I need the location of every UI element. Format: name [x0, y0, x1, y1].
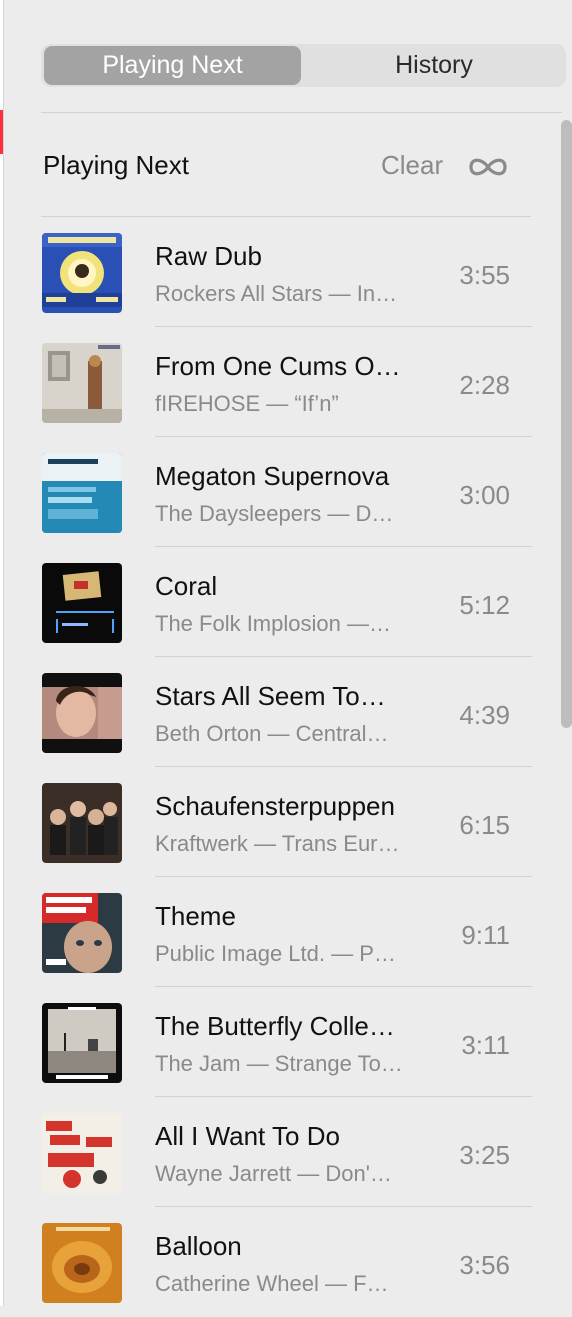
- queue-row[interactable]: Theme Public Image Ltd. — P… 9:11: [42, 877, 542, 987]
- album-art-daysleepers: [42, 453, 122, 533]
- track-title: Coral: [155, 571, 218, 601]
- track-artist-album: Wayne Jarrett — Don'…: [155, 1161, 392, 1186]
- track-duration: 2:28: [459, 370, 510, 400]
- track-duration: 6:15: [459, 810, 510, 840]
- track-artist-album: fIREHOSE — “If’n”: [155, 391, 339, 416]
- track-artist-album: The Jam — Strange To…: [155, 1051, 403, 1076]
- track-artist-album: Catherine Wheel — F…: [155, 1271, 389, 1296]
- clear-button[interactable]: Clear: [381, 150, 443, 181]
- track-duration: 3:25: [459, 1140, 510, 1170]
- album-art-the-jam: [42, 1003, 122, 1083]
- queue-row[interactable]: Schaufensterpuppen Kraftwerk — Trans Eur…: [42, 767, 542, 877]
- track-duration: 5:12: [459, 590, 510, 620]
- scrollbar-thumb[interactable]: [561, 120, 572, 728]
- track-duration: 3:55: [459, 260, 510, 290]
- section-title: Playing Next: [43, 150, 189, 180]
- queue-row[interactable]: The Butterfly Colle… The Jam — Strange T…: [42, 987, 542, 1097]
- track-artist-album: Kraftwerk — Trans Eur…: [155, 831, 400, 856]
- track-artist-album: The Daysleepers — D…: [155, 501, 394, 526]
- tab-playing-next[interactable]: Playing Next: [44, 46, 301, 85]
- album-art-catherine-wheel: [42, 1223, 122, 1303]
- queue-row[interactable]: From One Cums O… fIREHOSE — “If’n” 2:28: [42, 327, 542, 437]
- infinity-icon[interactable]: [466, 152, 510, 182]
- queue-row[interactable]: Coral The Folk Implosion —… 5:12: [42, 547, 542, 657]
- track-title: Balloon: [155, 1231, 242, 1261]
- album-art-beth-orton: [42, 673, 122, 753]
- track-title: The Butterfly Colle…: [155, 1011, 395, 1041]
- header-divider-top: [41, 112, 562, 113]
- track-duration: 3:00: [459, 480, 510, 510]
- album-art-raw-dub: [42, 233, 122, 313]
- track-title: Schaufensterpuppen: [155, 791, 395, 821]
- track-duration: 9:11: [461, 920, 510, 950]
- album-art-public-image: [42, 893, 122, 973]
- sidebar-selection-indicator: [0, 110, 3, 154]
- album-art-firehose: [42, 343, 122, 423]
- track-artist-album: Rockers All Stars — In…: [155, 281, 398, 306]
- queue-row[interactable]: Megaton Supernova The Daysleepers — D… 3…: [42, 437, 542, 547]
- album-art-folk-implosion: [42, 563, 122, 643]
- album-art-wayne-jarrett: [42, 1113, 122, 1193]
- tab-history[interactable]: History: [305, 46, 563, 85]
- queue-row[interactable]: Raw Dub Rockers All Stars — In… 3:55: [42, 217, 542, 327]
- track-artist-album: Public Image Ltd. — P…: [155, 941, 396, 966]
- queue-segmented-control: Playing Next History: [41, 44, 566, 87]
- track-title: Stars All Seem To…: [155, 681, 386, 711]
- track-title: All I Want To Do: [155, 1121, 340, 1151]
- album-art-kraftwerk: [42, 783, 122, 863]
- queue-row[interactable]: All I Want To Do Wayne Jarrett — Don'… 3…: [42, 1097, 542, 1207]
- track-title: From One Cums O…: [155, 351, 401, 381]
- left-window-edge: [0, 0, 4, 1306]
- queue-row[interactable]: Balloon Catherine Wheel — F… 3:56: [42, 1207, 542, 1317]
- track-duration: 3:56: [459, 1250, 510, 1280]
- track-title: Raw Dub: [155, 241, 262, 271]
- track-duration: 4:39: [459, 700, 510, 730]
- track-title: Theme: [155, 901, 236, 931]
- queue-row[interactable]: Stars All Seem To… Beth Orton — Central……: [42, 657, 542, 767]
- track-duration: 3:11: [461, 1030, 510, 1060]
- track-artist-album: The Folk Implosion —…: [155, 611, 391, 636]
- track-artist-album: Beth Orton — Central…: [155, 721, 389, 746]
- track-title: Megaton Supernova: [155, 461, 390, 491]
